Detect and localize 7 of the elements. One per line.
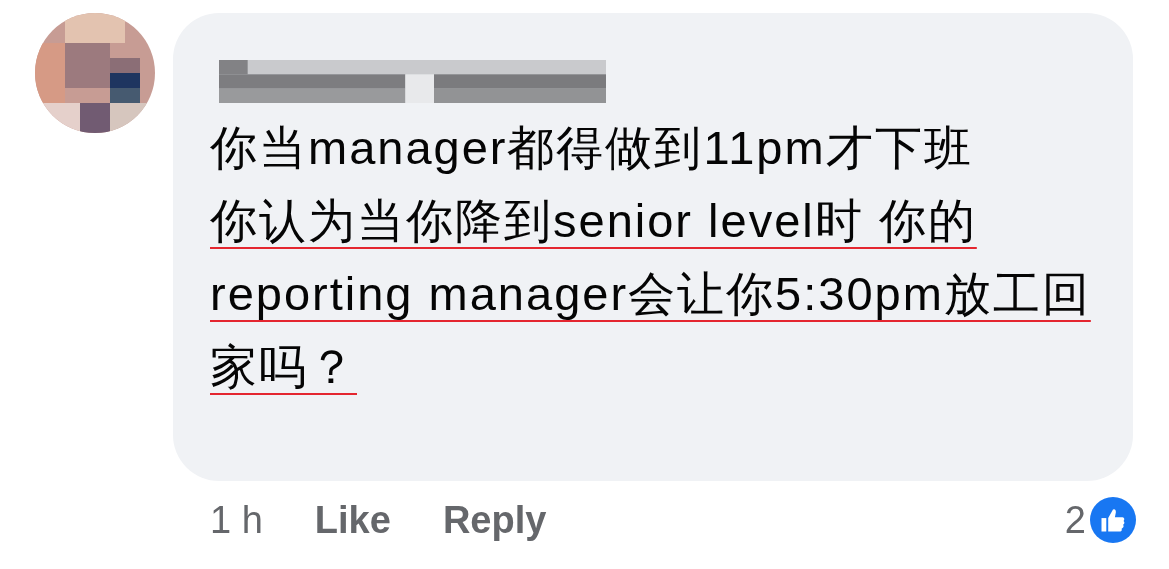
comment-text: 你当manager都得做到11pm才下班: [210, 120, 974, 176]
like-reaction-icon: [1090, 497, 1136, 543]
timestamp: 1 h: [210, 497, 263, 543]
action-link[interactable]: Like: [314, 491, 391, 549]
reaction-count: 2: [1064, 497, 1086, 543]
comment-text: 你认为当你降到senior level时 你的reporting manager会让你5:30pm放工回家吗？: [210, 193, 1092, 395]
action-link[interactable]: Reply: [442, 491, 547, 549]
